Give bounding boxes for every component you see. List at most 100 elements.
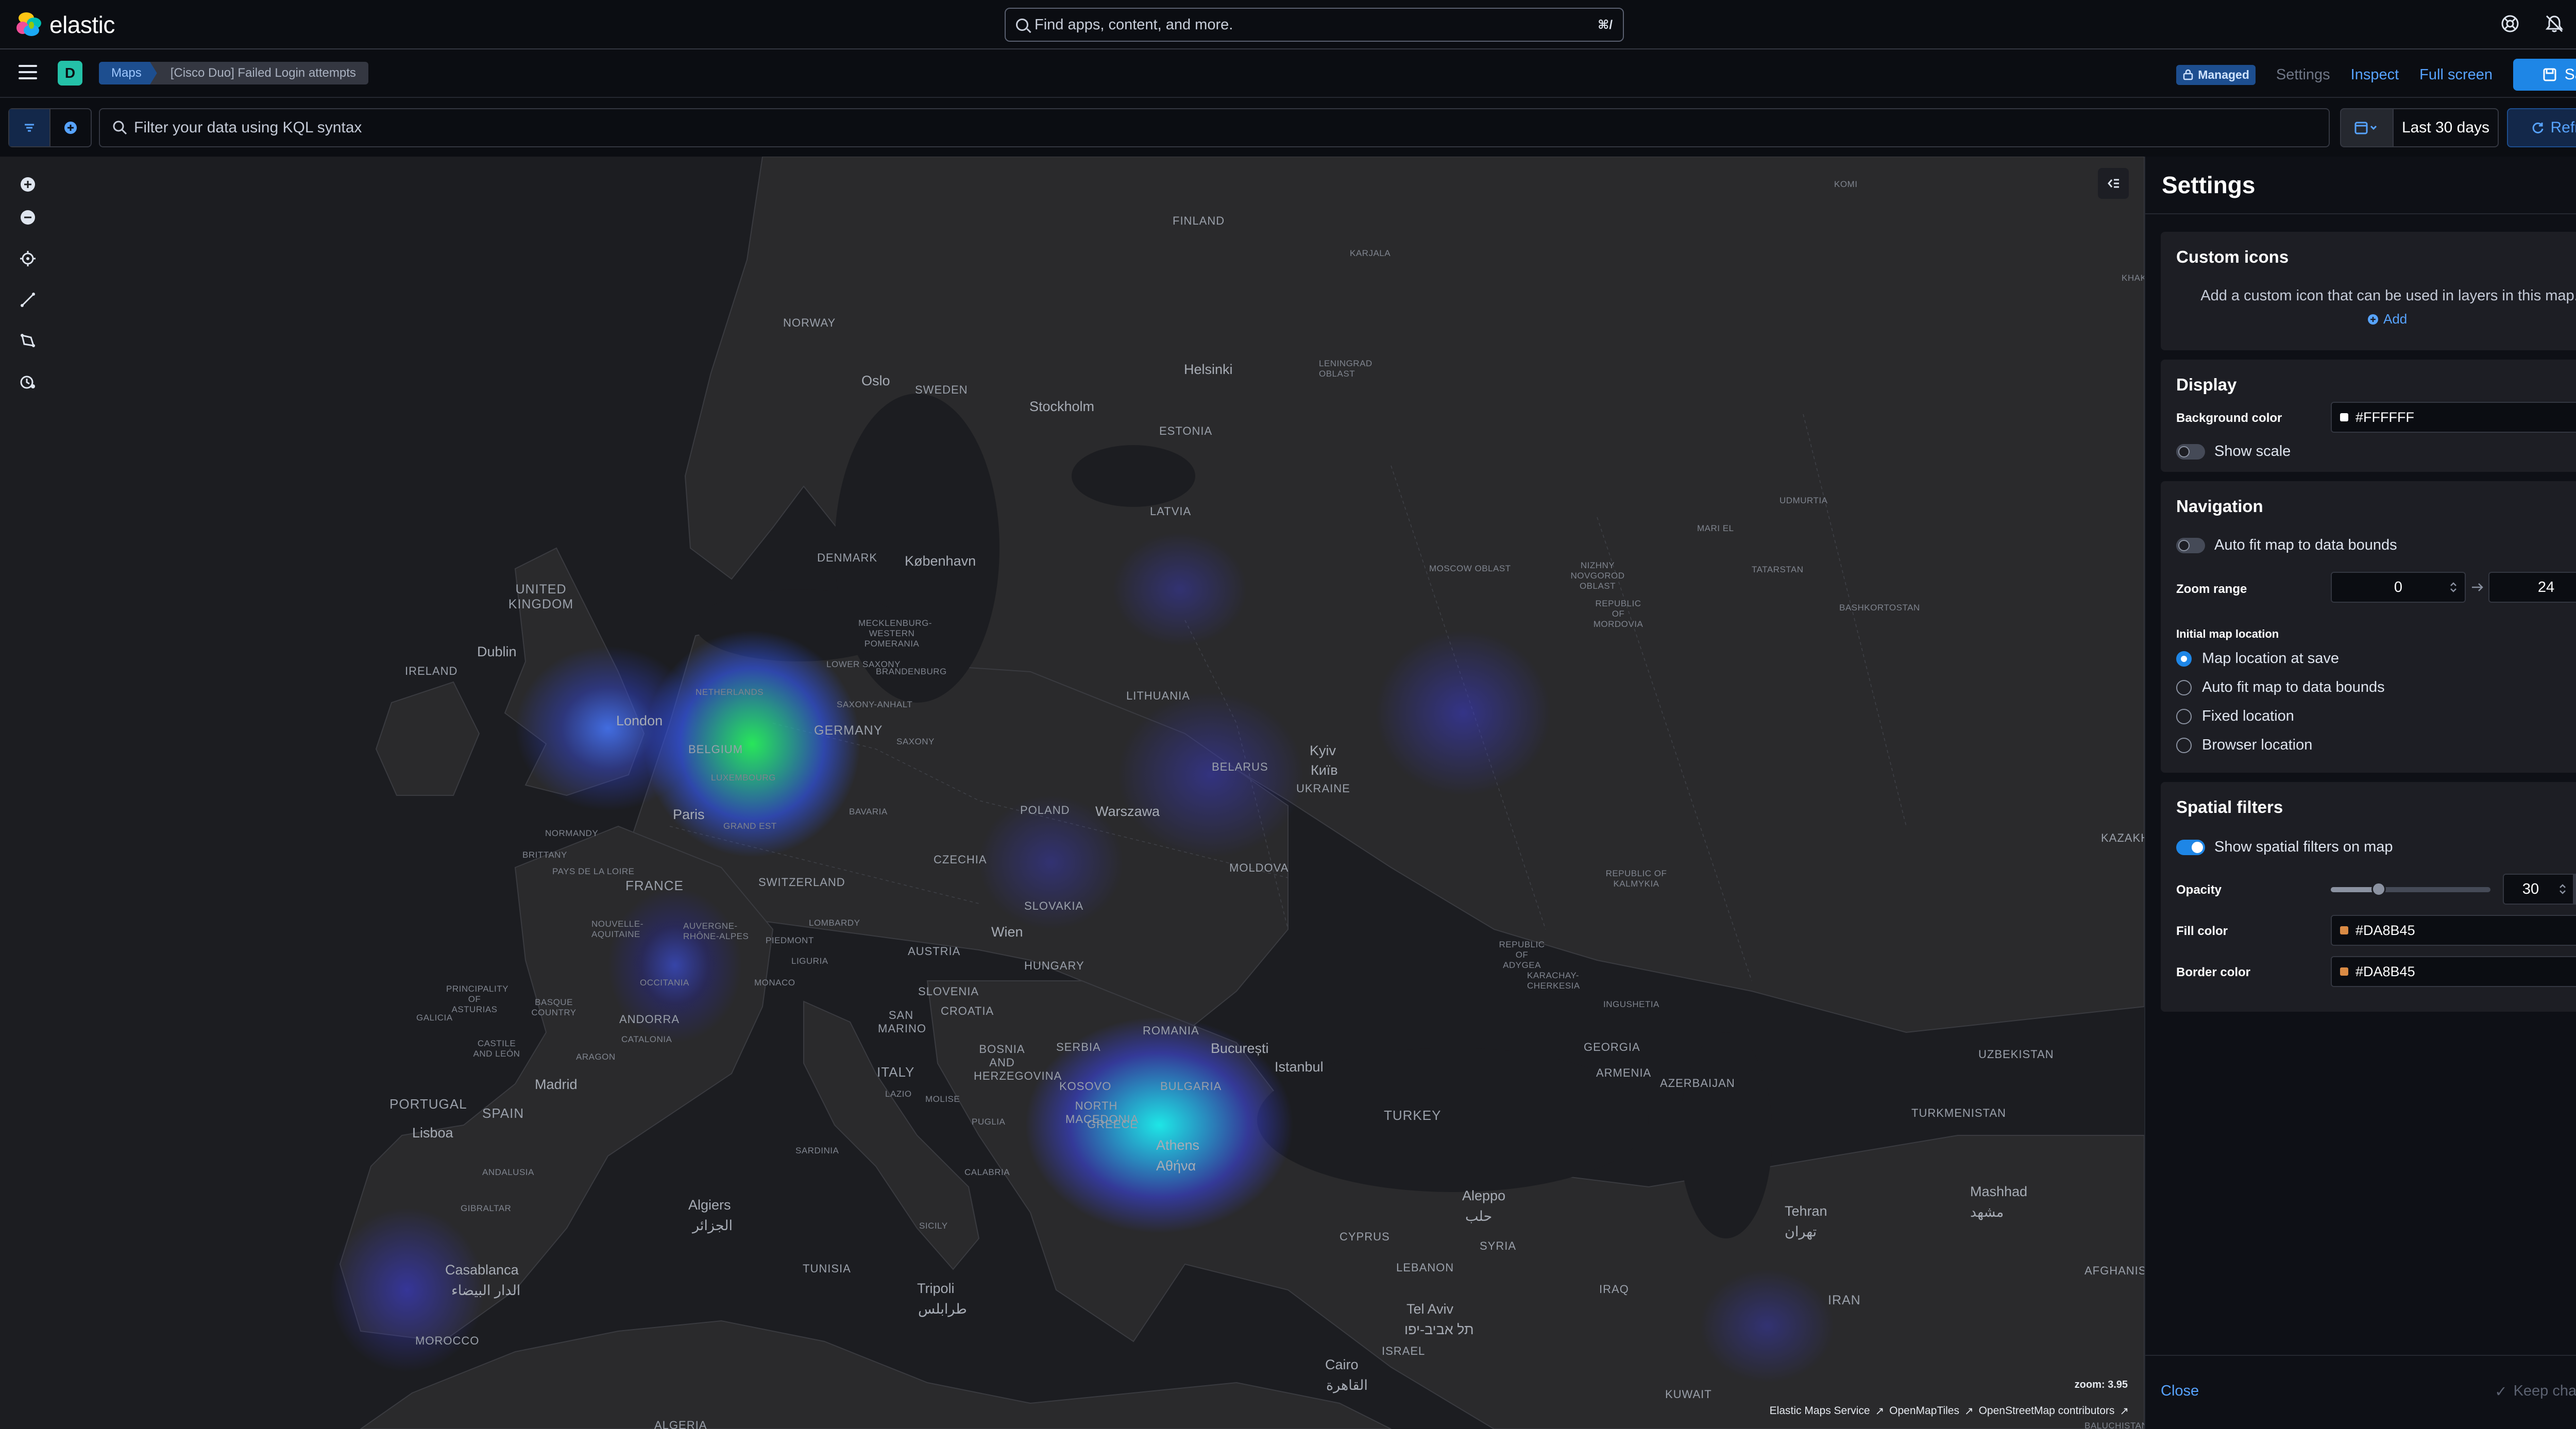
map-label-lisboa: Lisboa	[412, 1125, 453, 1141]
logo-text: elastic	[49, 11, 115, 38]
map-label-ireland: IRELAND	[405, 665, 458, 677]
map-canvas[interactable]: FINLAND KARJALA KOMI KHAKA NORWAY Oslo S…	[0, 157, 2144, 1429]
map-label-netherlands: NETHERLANDS	[696, 687, 764, 697]
map-tools	[0, 157, 57, 620]
radio-auto-fit[interactable]	[2176, 680, 2192, 695]
draw-shape-icon[interactable]	[19, 332, 37, 350]
map-label-tripoli: Tripoli	[917, 1281, 955, 1296]
map-label-nouvelle: NOUVELLE-AQUITAINE	[591, 919, 643, 939]
map-label-syria: SYRIA	[1480, 1239, 1517, 1252]
zoom-out-icon[interactable]	[19, 208, 37, 227]
map-label-aleppo-local: حلب	[1465, 1209, 1493, 1224]
map-label-adygea: REPUBLIC OF ADYGEA	[1499, 940, 1545, 970]
map-label-monaco: MONACO	[754, 978, 795, 988]
auto-fit-toggle[interactable]	[2176, 538, 2205, 553]
app-bar-actions: Managed Settings Inspect Full screen Sav…	[2176, 59, 2576, 91]
kql-placeholder: Filter your data using KQL syntax	[134, 119, 362, 136]
external-link-icon: ↗	[2120, 1405, 2129, 1417]
map-label-karachay: KARACHAY-CHERKESIA	[1527, 971, 1580, 991]
map-label-casablanca-local: الدار البيضاء	[451, 1283, 521, 1298]
elastic-logo-icon	[15, 11, 42, 38]
close-button[interactable]: Close	[2161, 1383, 2199, 1400]
zoom-min-input[interactable]: 0	[2331, 572, 2466, 603]
refresh-button[interactable]: Refresh	[2507, 108, 2576, 147]
global-search-input[interactable]: Find apps, content, and more. ⌘/	[1005, 8, 1624, 42]
kql-search-input[interactable]: Filter your data using KQL syntax	[99, 108, 2330, 147]
map-label-aleppo: Aleppo	[1462, 1188, 1506, 1203]
radio-fixed-location[interactable]	[2176, 709, 2192, 724]
keep-changes-button[interactable]: ✓ Keep changes	[2495, 1383, 2576, 1401]
map-label-hungary: HUNGARY	[1024, 959, 1084, 972]
attribution-link[interactable]: Elastic Maps Service	[1770, 1405, 1870, 1418]
map-label-piedmont: PIEDMONT	[766, 935, 814, 945]
panel-title: Settings	[2162, 172, 2256, 198]
settings-link[interactable]: Settings	[2276, 66, 2330, 83]
map-label-asturias: PRINCIPALITY OF ASTURIAS	[446, 984, 509, 1014]
attribution-link[interactable]: OpenMapTiles	[1889, 1405, 1959, 1418]
locate-icon[interactable]	[19, 249, 37, 268]
map-label-kuwait: KUWAIT	[1665, 1388, 1712, 1401]
layer-panel-toggle-icon[interactable]	[2098, 168, 2129, 199]
check-icon: ✓	[2495, 1384, 2507, 1400]
map-label-poland: POLAND	[1020, 804, 1070, 816]
notifications-icon[interactable]	[2544, 13, 2565, 34]
map-label-mecklenburg: MECKLENBURG-WESTERN POMERANIA	[858, 618, 932, 649]
zoom-max-input[interactable]: 24	[2488, 572, 2576, 603]
map-label-san-marino: SAN MARINO	[878, 1009, 926, 1035]
bg-color-picker[interactable]: #FFFFFF	[2331, 402, 2576, 433]
map-label-tripoli-local: طرابلس	[918, 1301, 967, 1317]
map-label-london: London	[616, 713, 663, 728]
map-label-france: FRANCE	[625, 878, 684, 893]
quick-date-menu-button[interactable]	[2340, 108, 2394, 147]
border-color-picker[interactable]: #DA8B45	[2331, 956, 2576, 987]
add-filter-button[interactable]	[50, 109, 91, 146]
zoom-in-icon[interactable]	[19, 175, 37, 194]
show-spatial-filters-label: Show spatial filters on map	[2214, 839, 2393, 855]
save-button[interactable]: Save	[2513, 59, 2576, 91]
map-label-kazakhstan: KAZAKHST	[2101, 831, 2144, 844]
map-label-saxony-anhalt: SAXONY-ANHALT	[837, 700, 913, 709]
radio-browser-location[interactable]	[2176, 738, 2192, 753]
filter-icon	[25, 124, 34, 132]
map-label-greece: GREECE	[1087, 1118, 1138, 1131]
external-link-icon: ↗	[1875, 1405, 1885, 1417]
map-label-portugal: PORTUGAL	[389, 1096, 467, 1112]
stepper-icon	[2560, 884, 2566, 894]
filter-menu-button[interactable]	[9, 109, 50, 146]
map-label-warszawa: Warszawa	[1095, 804, 1160, 819]
attribution-link[interactable]: OpenStreetMap contributors	[1979, 1405, 2115, 1418]
opacity-input[interactable]: 30	[2503, 874, 2574, 905]
opacity-slider-track[interactable]	[2331, 882, 2490, 896]
map-label-pays-loire: PAYS DE LA LOIRE	[552, 866, 635, 876]
help-icon[interactable]	[2500, 13, 2520, 34]
elastic-logo[interactable]: elastic	[15, 9, 115, 40]
stepper-icon	[2450, 582, 2456, 592]
fullscreen-link[interactable]: Full screen	[2419, 66, 2493, 83]
map-label-denmark: DENMARK	[817, 551, 878, 564]
map-label-catalonia: CATALONIA	[621, 1034, 672, 1044]
border-color-label: Border color	[2176, 965, 2251, 979]
date-range-display[interactable]: Last 30 days	[2394, 108, 2499, 147]
radio-map-location-at-save[interactable]	[2176, 651, 2192, 667]
show-scale-toggle[interactable]	[2176, 444, 2205, 460]
breadcrumb-maps[interactable]: Maps	[99, 62, 157, 84]
map-label-athens-local: Αθήνα	[1156, 1158, 1196, 1173]
opacity-slider-thumb[interactable]	[2371, 882, 2386, 896]
radio-label: Map location at save	[2202, 650, 2339, 667]
show-spatial-filters-toggle[interactable]	[2176, 840, 2205, 855]
space-avatar[interactable]: D	[58, 61, 82, 86]
timeslider-icon[interactable]	[19, 373, 37, 392]
inspect-link[interactable]: Inspect	[2351, 66, 2399, 83]
add-icon-button[interactable]: Add	[2367, 311, 2407, 327]
fill-color-picker[interactable]: #DA8B45	[2331, 915, 2576, 946]
map-label-komi: KOMI	[1834, 179, 1858, 189]
menu-icon[interactable]	[19, 65, 37, 81]
map-label-aragon: ARAGON	[576, 1052, 616, 1062]
map-label-tehran: Tehran	[1785, 1203, 1827, 1219]
map-label-estonia: ESTONIA	[1159, 424, 1213, 437]
map-label-calabria: CALABRIA	[964, 1167, 1010, 1177]
add-icon-label: Add	[2383, 311, 2408, 327]
measure-icon[interactable]	[19, 291, 37, 309]
lock-icon	[2183, 69, 2193, 80]
fill-color-label: Fill color	[2176, 924, 2228, 938]
